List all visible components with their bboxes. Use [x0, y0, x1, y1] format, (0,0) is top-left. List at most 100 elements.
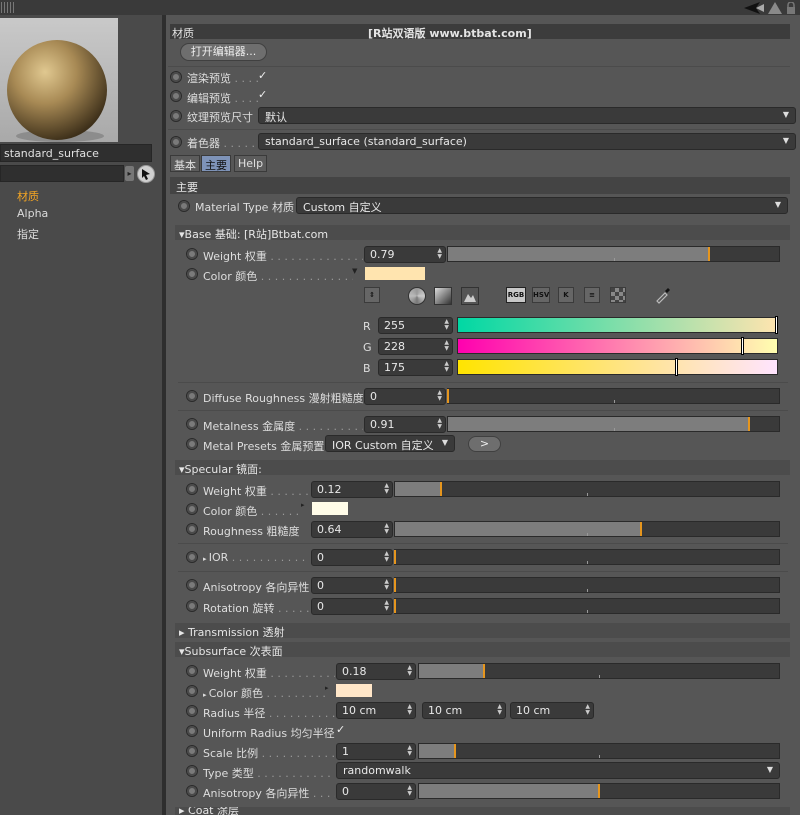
radius-x-input[interactable]: 10 cm ▲ ▼ [336, 702, 416, 719]
swatches-icon[interactable] [610, 287, 626, 303]
radius-z-input[interactable]: 10 cm ▲ ▼ [510, 702, 594, 719]
material-preview[interactable] [0, 18, 118, 142]
metalness-radio[interactable] [186, 418, 198, 430]
sss-weight-slider[interactable] [418, 663, 780, 679]
diffuse-roughness-slider[interactable] [447, 388, 780, 404]
spec-color-radio[interactable] [186, 503, 198, 515]
scale-radio[interactable] [186, 745, 198, 757]
up-arrow-icon[interactable] [768, 1, 782, 14]
transmission-group-header[interactable]: ▸ Transmission 透射 [175, 623, 790, 639]
color-mixer-icon[interactable]: ≡ [584, 287, 600, 303]
uniform-radius-check[interactable]: ✓ [336, 723, 345, 736]
sss-anisotropy-radio[interactable] [186, 785, 198, 797]
material-type-dropdown[interactable]: Custom 自定义 ▼ [296, 197, 788, 214]
spec-color-swatch[interactable] [311, 501, 349, 516]
color-expand-icon[interactable]: ▼ [352, 267, 357, 275]
base-weight-input[interactable]: 0.79 ▲ ▼ [364, 246, 446, 263]
slider-handle[interactable] [394, 599, 396, 613]
radius-radio[interactable] [186, 705, 198, 717]
sss-color-swatch[interactable] [335, 683, 373, 698]
diffuse-roughness-radio[interactable] [186, 390, 198, 402]
scale-input[interactable]: 1 ▲ ▼ [336, 743, 416, 760]
texture-size-dropdown[interactable]: 默认 ▼ [258, 107, 796, 124]
metalness-input[interactable]: 0.91 ▲ ▼ [364, 416, 446, 433]
scale-slider[interactable] [418, 743, 780, 759]
r-gradient-slider[interactable] [457, 316, 778, 334]
rotation-slider[interactable] [394, 598, 780, 614]
coat-group-header[interactable]: ▸ Coat 涂层 [175, 807, 790, 815]
ior-radio[interactable] [186, 551, 198, 563]
color-wheel-icon[interactable] [408, 287, 426, 305]
specular-group-header[interactable]: ▾Specular 镜面: [175, 460, 790, 476]
rgb-mode-button[interactable]: RGB [506, 287, 526, 303]
gradient-cursor[interactable] [775, 316, 778, 334]
slider-handle[interactable] [454, 744, 456, 758]
ior-slider[interactable] [394, 549, 780, 565]
base-color-swatch[interactable] [364, 266, 426, 281]
g-gradient-slider[interactable] [457, 337, 778, 355]
spectrum-icon[interactable] [434, 287, 452, 305]
spec-anisotropy-input[interactable]: 0 ▲ ▼ [311, 577, 393, 594]
base-weight-slider[interactable] [447, 246, 780, 262]
spec-roughness-radio[interactable] [186, 523, 198, 535]
b-gradient-slider[interactable] [457, 358, 778, 376]
r-input[interactable]: 255 ▲ ▼ [378, 317, 453, 334]
spec-roughness-slider[interactable] [394, 521, 780, 537]
uniform-radius-radio[interactable] [186, 725, 198, 737]
open-editor-button[interactable]: 打开编辑器... [180, 43, 267, 61]
shader-radio[interactable] [170, 136, 182, 148]
panel-grip-icon[interactable] [1, 2, 14, 13]
metalness-slider[interactable] [447, 416, 780, 432]
slider-handle[interactable] [394, 550, 396, 564]
spec-weight-slider[interactable] [394, 481, 780, 497]
slider-handle[interactable] [598, 784, 600, 798]
spec-roughness-input[interactable]: 0.64 ▲ ▼ [311, 521, 393, 538]
render-preview-radio[interactable] [170, 71, 182, 83]
back-arrow-icon[interactable] [744, 1, 764, 14]
render-preview-check[interactable]: ✓ [258, 69, 267, 82]
path-expand-button[interactable]: ▸ [125, 166, 134, 181]
tab-basic[interactable]: 基本 [170, 155, 200, 172]
shader-dropdown[interactable]: standard_surface (standard_surface) ▼ [258, 133, 796, 150]
g-input[interactable]: 228 ▲ ▼ [378, 338, 453, 355]
pick-cursor-button[interactable] [137, 165, 155, 183]
rotation-radio[interactable] [186, 600, 198, 612]
image-picker-icon[interactable] [461, 287, 479, 305]
base-color-radio[interactable] [186, 268, 198, 280]
left-nav-alpha[interactable]: Alpha [17, 207, 48, 220]
sss-weight-radio[interactable] [186, 665, 198, 677]
gradient-cursor[interactable] [741, 337, 745, 355]
base-weight-radio[interactable] [186, 248, 198, 260]
sss-anisotropy-input[interactable]: 0 ▲ ▼ [336, 783, 416, 800]
base-group-header[interactable]: ▾Base 基础: [R站]Btbat.com [175, 225, 790, 241]
subsurface-group-header[interactable]: ▾Subsurface 次表面 [175, 642, 790, 658]
slider-handle[interactable] [748, 417, 751, 431]
metal-presets-radio[interactable] [186, 438, 198, 450]
type-radio[interactable] [186, 765, 198, 777]
spec-anisotropy-radio[interactable] [186, 579, 198, 591]
material-type-radio[interactable] [178, 200, 190, 212]
hsv-mode-button[interactable]: HSV [532, 287, 550, 303]
sss-color-arrow-icon[interactable]: ▸ [325, 684, 329, 692]
left-nav-material[interactable]: 材质 [17, 188, 39, 204]
path-field[interactable] [0, 165, 124, 182]
spec-color-expand-icon[interactable]: ▸ [301, 501, 305, 509]
texture-size-radio[interactable] [170, 110, 182, 122]
spec-weight-radio[interactable] [186, 483, 198, 495]
gradient-cursor[interactable] [674, 358, 678, 376]
radius-y-input[interactable]: 10 cm ▲ ▼ [422, 702, 506, 719]
material-name-field[interactable]: standard_surface [0, 144, 152, 162]
slider-handle[interactable] [639, 522, 642, 536]
sss-color-radio[interactable] [186, 685, 198, 697]
ior-input[interactable]: 0 ▲ ▼ [311, 549, 393, 566]
sss-weight-input[interactable]: 0.18 ▲ ▼ [336, 663, 416, 680]
sss-anisotropy-slider[interactable] [418, 783, 780, 799]
slider-handle[interactable] [708, 247, 711, 261]
metal-presets-dropdown[interactable]: IOR Custom 自定义 ▼ [325, 435, 455, 452]
tab-help[interactable]: Help [234, 155, 268, 172]
kelvin-mode-button[interactable]: K [558, 287, 574, 303]
left-nav-assign[interactable]: 指定 [17, 226, 39, 242]
slider-handle[interactable] [447, 389, 449, 403]
tab-main[interactable]: 主要 [201, 155, 231, 172]
spec-anisotropy-slider[interactable] [394, 577, 780, 593]
